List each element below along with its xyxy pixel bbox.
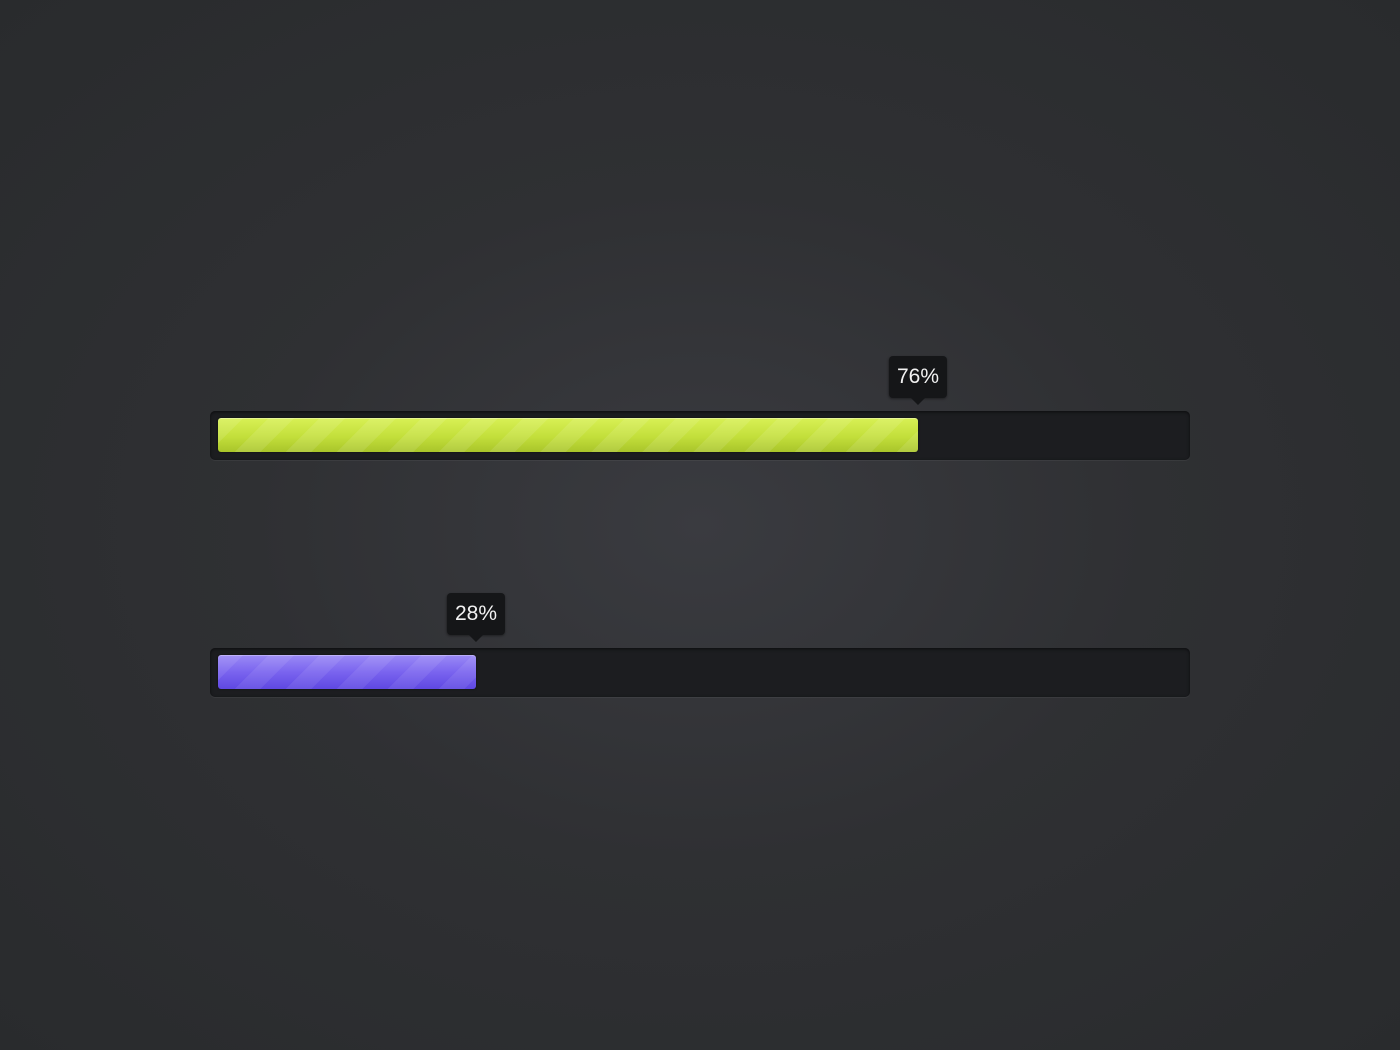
progress-fill-2 (218, 655, 476, 689)
progress-label-2: 28% (454, 602, 498, 625)
progress-track-1 (210, 411, 1190, 460)
tooltip-arrow-icon (911, 398, 925, 405)
progress-tooltip-2: 28% (446, 593, 506, 642)
progress-tooltip-1: 76% (888, 356, 948, 405)
progress-track-2 (210, 648, 1190, 697)
progress-label-1: 76% (896, 365, 940, 388)
tooltip-arrow-icon (469, 635, 483, 642)
progress-fill-1 (218, 418, 918, 452)
